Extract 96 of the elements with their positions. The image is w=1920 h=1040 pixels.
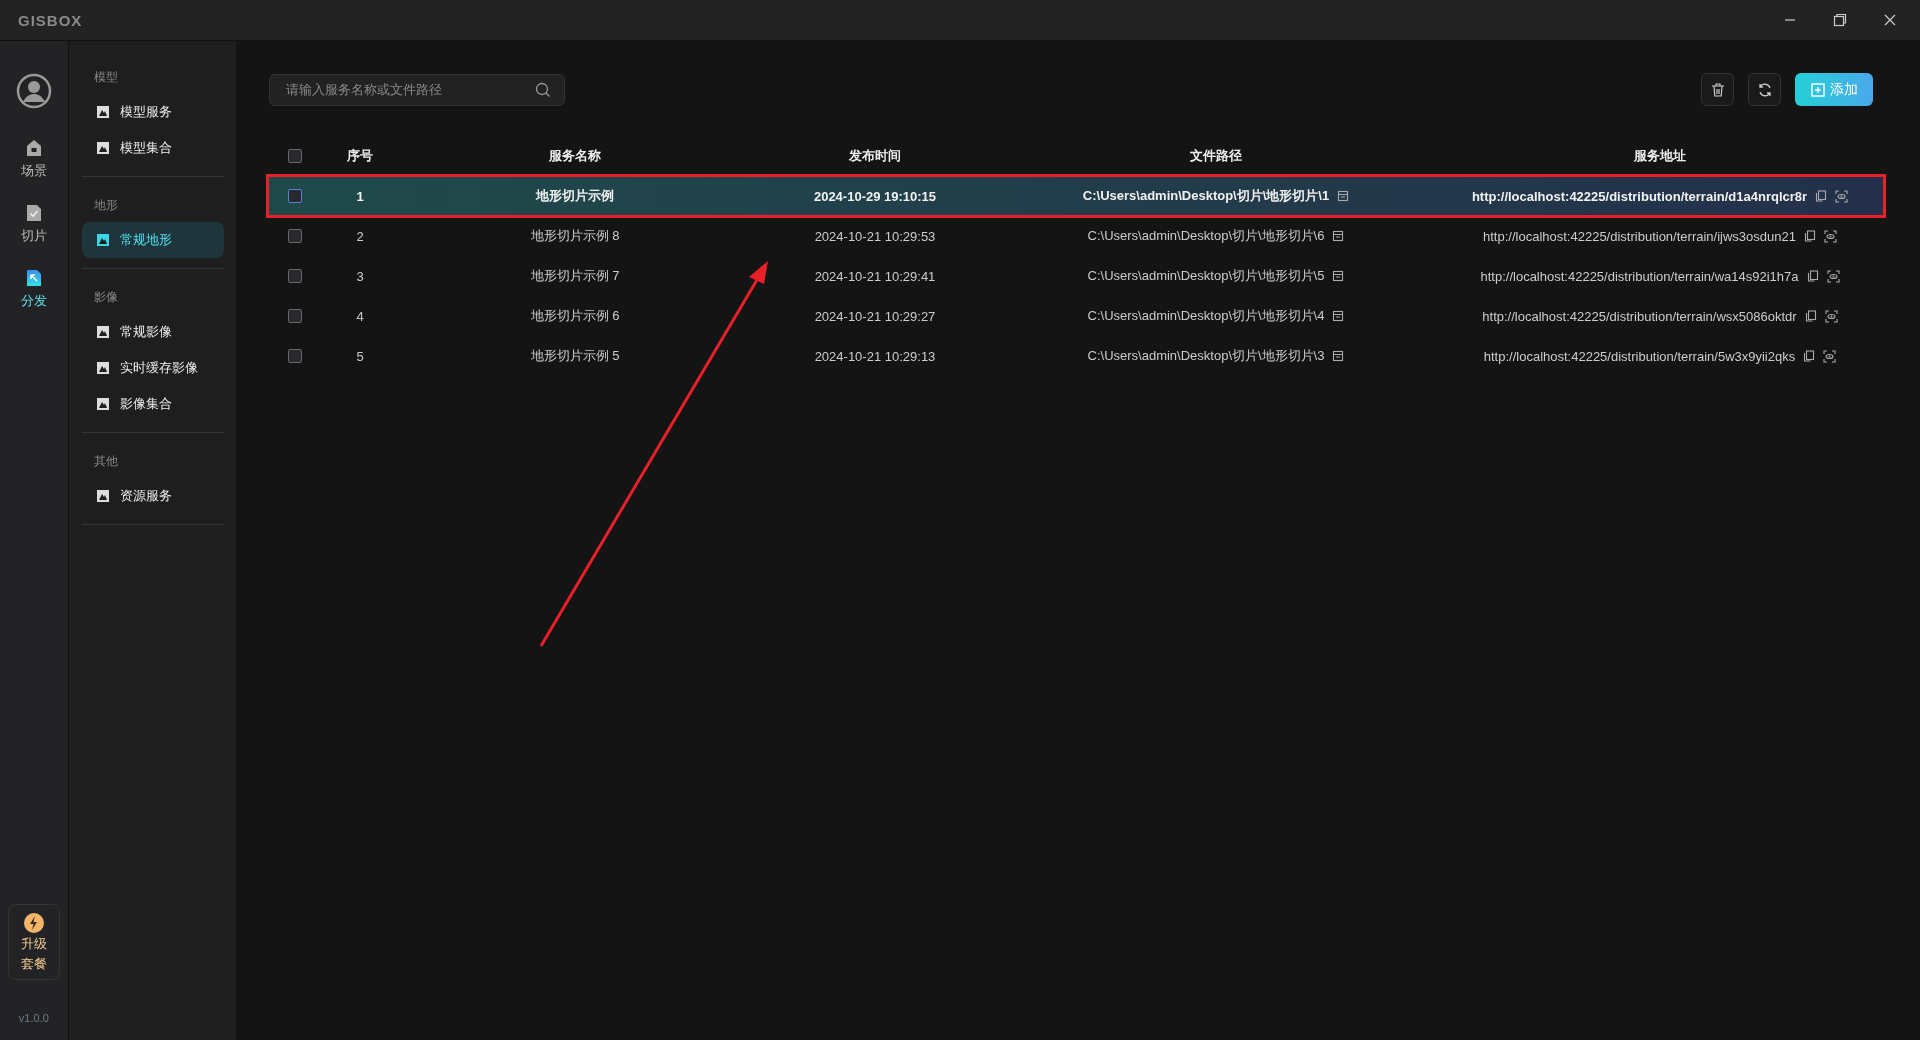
table-cell: 1	[356, 188, 364, 204]
folder-icon[interactable]	[1337, 190, 1350, 202]
app-logo: GISBOX	[18, 11, 83, 29]
document-arrow-icon	[24, 269, 43, 287]
add-file-icon	[1810, 82, 1825, 97]
table-cell: C:\Users\admin\Desktop\切片\地形切片\4	[1087, 307, 1325, 325]
nav-item[interactable]: 常规影像	[81, 314, 224, 350]
rail-tab[interactable]: 切片	[20, 204, 47, 245]
nav-group-title: 其他	[92, 453, 119, 470]
trash-icon	[1709, 81, 1726, 98]
table-cell: 2024-10-21 10:29:27	[814, 308, 936, 324]
nav-item[interactable]: 资源服务	[81, 478, 224, 514]
table-cell: 地形切片示例 5	[530, 347, 620, 365]
image-file-icon	[95, 233, 110, 247]
table-cell: 5	[356, 348, 364, 364]
select-all-checkbox[interactable]	[288, 149, 302, 163]
image-file-icon	[95, 397, 110, 411]
nav-group-title: 地形	[92, 197, 119, 214]
copy-icon[interactable]	[1803, 230, 1816, 242]
preview-icon[interactable]	[1826, 269, 1840, 283]
preview-icon[interactable]	[1835, 189, 1849, 203]
table-cell: 3	[356, 268, 364, 284]
folder-icon[interactable]	[1332, 270, 1345, 282]
table-cell: 2024-10-21 10:29:41	[814, 268, 936, 284]
upgrade-label: 升级	[20, 935, 47, 953]
lightning-icon	[23, 913, 44, 933]
image-file-icon	[95, 361, 110, 375]
table-cell: C:\Users\admin\Desktop\切片\地形切片\5	[1087, 267, 1325, 285]
copy-icon[interactable]	[1803, 350, 1816, 362]
table-cell: 地形切片示例 6	[530, 307, 620, 325]
copy-icon[interactable]	[1806, 270, 1819, 282]
nav-item[interactable]: 实时缓存影像	[81, 350, 224, 386]
restore-icon[interactable]	[1833, 13, 1847, 27]
image-file-icon	[95, 105, 110, 119]
delete-button[interactable]	[1701, 73, 1734, 106]
column-header: 序号	[347, 147, 373, 165]
search-field[interactable]: 请输入服务名称或文件路径	[269, 73, 565, 106]
avatar-icon[interactable]	[15, 73, 52, 109]
table-cell: http://localhost:42225/distribution/terrain/d1a4nrqlcr8r	[1471, 188, 1808, 204]
column-header: 发布时间	[849, 147, 901, 165]
column-header: 服务名称	[549, 147, 601, 165]
table-row[interactable]: 1 地形切片示例 2024-10-29 19:10:15 C:\Users\admin\Desktop\切片\地形切片\1 http://localhost:42225/distribution/terrain/d1a4nrqlcr8r	[266, 176, 1886, 216]
preview-icon[interactable]	[1823, 229, 1837, 243]
house-icon	[24, 139, 43, 157]
row-checkbox[interactable]	[288, 349, 302, 363]
nav-group-title: 影像	[92, 289, 119, 306]
table-row[interactable]: 3 地形切片示例 7 2024-10-21 10:29:41 C:\Users\admin\Desktop\切片\地形切片\5 http://localhost:42225/distribution/terrain/wa14s92i1h7a	[266, 256, 1886, 296]
table-row[interactable]: 5 地形切片示例 5 2024-10-21 10:29:13 C:\Users\admin\Desktop\切片\地形切片\3 http://localhost:42225/distribution/terrain/5w3x9yii2qks	[266, 336, 1886, 376]
refresh-icon	[1756, 81, 1773, 98]
table-cell: 2024-10-29 19:10:15	[813, 188, 937, 204]
table-cell: 2024-10-21 10:29:13	[814, 348, 936, 364]
row-checkbox[interactable]	[288, 229, 302, 243]
table-cell: C:\Users\admin\Desktop\切片\地形切片\3	[1087, 347, 1325, 365]
nav-group-title: 模型	[92, 69, 119, 86]
copy-icon[interactable]	[1804, 310, 1817, 322]
table-cell: C:\Users\admin\Desktop\切片\地形切片\6	[1087, 227, 1325, 245]
copy-icon[interactable]	[1815, 190, 1828, 202]
table-cell: C:\Users\admin\Desktop\切片\地形切片\1	[1082, 187, 1330, 205]
table-cell: 地形切片示例 7	[530, 267, 620, 285]
close-icon[interactable]	[1884, 14, 1896, 26]
rail-tab[interactable]: 分发	[20, 269, 47, 310]
refresh-button[interactable]	[1748, 73, 1781, 106]
image-file-icon	[95, 325, 110, 339]
table-cell: 2024-10-21 10:29:53	[814, 228, 936, 244]
table-cell: http://localhost:42225/distribution/terrain/5w3x9yii2qks	[1483, 348, 1796, 364]
table-cell: 地形切片示例	[536, 187, 614, 205]
folder-icon[interactable]	[1332, 310, 1345, 322]
upgrade-button[interactable]: 升级 套餐	[7, 904, 60, 980]
rail-tab[interactable]: 场景	[20, 139, 47, 180]
folder-icon[interactable]	[1332, 230, 1345, 242]
table-row[interactable]: 2 地形切片示例 8 2024-10-21 10:29:53 C:\Users\admin\Desktop\切片\地形切片\6 http://localhost:42225/distribution/terrain/ijws3osdun21	[266, 216, 1886, 256]
folder-icon[interactable]	[1332, 350, 1345, 362]
document-check-icon	[24, 204, 43, 222]
preview-icon[interactable]	[1823, 349, 1837, 363]
nav-item[interactable]: 模型集合	[81, 130, 224, 166]
preview-icon[interactable]	[1824, 309, 1838, 323]
nav-item[interactable]: 常规地形	[81, 222, 224, 258]
upgrade-label: 套餐	[20, 955, 47, 973]
table-row[interactable]: 4 地形切片示例 6 2024-10-21 10:29:27 C:\Users\admin\Desktop\切片\地形切片\4 http://localhost:42225/distribution/terrain/wsx5086oktdr	[266, 296, 1886, 336]
nav-item[interactable]: 模型服务	[81, 94, 224, 130]
version-label: v1.0.0	[18, 1012, 49, 1024]
table-cell: http://localhost:42225/distribution/terrain/ijws3osdun21	[1483, 228, 1796, 244]
row-checkbox[interactable]	[288, 189, 302, 203]
table-cell: 地形切片示例 8	[530, 227, 620, 245]
table-cell: http://localhost:42225/distribution/terrain/wa14s92i1h7a	[1480, 268, 1799, 284]
table-cell: http://localhost:42225/distribution/terrain/wsx5086oktdr	[1482, 308, 1797, 324]
image-file-icon	[95, 141, 110, 155]
table-cell: 4	[356, 308, 364, 324]
row-checkbox[interactable]	[288, 269, 302, 283]
column-header: 文件路径	[1190, 147, 1242, 165]
search-icon	[535, 81, 551, 98]
row-checkbox[interactable]	[288, 309, 302, 323]
nav-item[interactable]: 影像集合	[81, 386, 224, 422]
image-file-icon	[95, 489, 110, 503]
column-header: 服务地址	[1634, 147, 1686, 165]
table-cell: 2	[356, 228, 364, 244]
